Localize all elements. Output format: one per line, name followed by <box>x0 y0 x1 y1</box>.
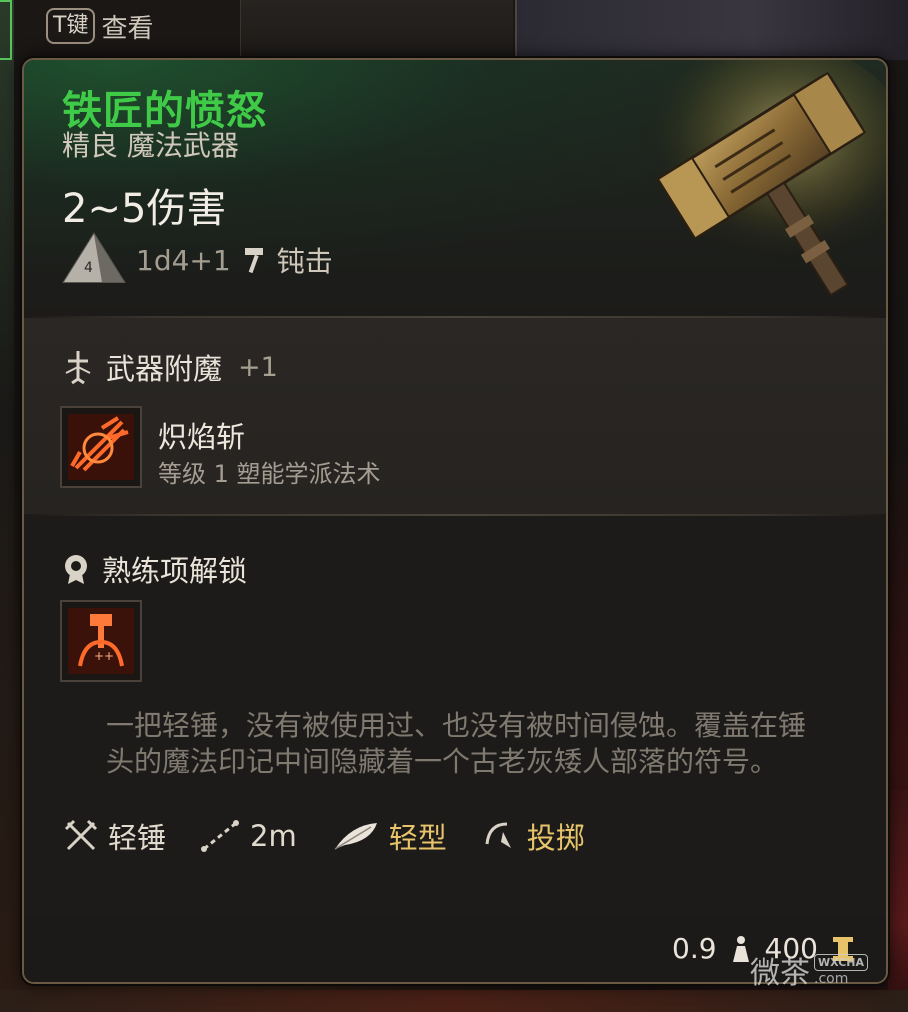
range-icon <box>201 820 240 852</box>
spell-name: 炽焰斩 <box>158 420 246 454</box>
enchantment-header: 武器附魔 +1 <box>60 346 278 388</box>
item-damage: 2~5伤害 <box>62 186 227 232</box>
item-rarity-type: 精良 魔法武器 <box>62 129 239 162</box>
item-properties: 轻锤 2m 轻型 投掷 <box>64 812 619 860</box>
damage-dice: 1d4+1 <box>136 243 231 277</box>
watermark-badge: WXCHA <box>814 953 869 971</box>
throw-icon <box>485 822 511 848</box>
inspect-label: 查看 <box>101 13 154 44</box>
item-description: 一把轻锤，没有被使用过、也没有被时间侵蚀。覆盖在锤头的魔法印记中间隐藏着一个古老… <box>106 709 807 778</box>
item-weight: 0.9 <box>672 932 717 965</box>
background-bottom-bar <box>0 990 908 1012</box>
svg-text:4: 4 <box>84 260 93 276</box>
feather-icon <box>334 823 377 850</box>
damage-type: 钝击 <box>276 245 333 278</box>
background-top-panel <box>240 0 513 60</box>
crossed-weapons-icon <box>64 819 98 851</box>
background-right-panel <box>888 790 908 1012</box>
property-label: 轻锤 <box>108 821 167 855</box>
proficiency-section: 熟练项解锁 ++ 一把轻锤，没有被使用过、也没有被时间侵蚀。覆盖在锤头的魔法印记… <box>24 516 886 916</box>
enchantment-bonus: +1 <box>238 351 278 383</box>
hammer-proficiency-icon: ++ <box>68 608 134 674</box>
inspect-hint[interactable]: T键 查看 <box>46 6 153 46</box>
background-top-right-panel <box>515 0 908 60</box>
bludgeoning-icon <box>244 248 263 274</box>
warhammer-icon <box>634 60 886 297</box>
game-screen: T键 查看 铁匠的愤怒 精良 魔法武器 2~5伤害 4 1d4+1 钝击 武器附… <box>0 0 908 1012</box>
damage-dice-row: 4 1d4+1 钝击 <box>62 232 333 288</box>
t-key-badge: T键 <box>46 8 96 44</box>
background-selected-slot <box>0 0 12 60</box>
svg-text:++: ++ <box>94 649 114 663</box>
site-watermark: 微茶 WXCHA .com <box>750 948 869 992</box>
watermark-domain: .com <box>814 970 849 987</box>
proficiency-header: 熟练项解锁 <box>60 548 247 590</box>
item-tooltip: 铁匠的愤怒 精良 魔法武器 2~5伤害 4 1d4+1 钝击 武器附魔 +1 炽… <box>22 58 888 984</box>
tooltip-header: 铁匠的愤怒 精良 魔法武器 2~5伤害 4 1d4+1 钝击 <box>24 60 886 316</box>
property-weapon-type[interactable]: 轻锤 <box>64 815 166 857</box>
proficiency-title: 熟练项解锁 <box>102 554 248 588</box>
background-left-panel <box>0 0 14 1012</box>
enchantment-section: 武器附魔 +1 炽焰斩 等级 1 塑能学派法术 <box>24 318 886 514</box>
enchantment-title: 武器附魔 <box>106 352 223 386</box>
property-range[interactable]: 2m <box>200 819 297 853</box>
spell-level-school: 等级 1 塑能学派法术 <box>158 460 381 488</box>
d4-dice-icon: 4 <box>62 232 126 283</box>
watermark-text: 微茶 <box>750 956 810 991</box>
spell-slot[interactable] <box>60 406 142 488</box>
property-thrown[interactable]: 投掷 <box>481 815 585 857</box>
fire-slash-spell-icon <box>68 414 134 480</box>
watermark-badge-group: WXCHA .com <box>814 953 869 987</box>
weight-icon <box>732 935 749 962</box>
enchant-sword-icon <box>65 351 91 385</box>
property-label: 2m <box>250 819 297 853</box>
property-light[interactable]: 轻型 <box>331 815 447 857</box>
proficiency-slot[interactable]: ++ <box>60 600 142 682</box>
proficiency-badge-icon <box>65 555 87 584</box>
property-label: 投掷 <box>526 821 585 855</box>
property-label: 轻型 <box>388 821 447 855</box>
